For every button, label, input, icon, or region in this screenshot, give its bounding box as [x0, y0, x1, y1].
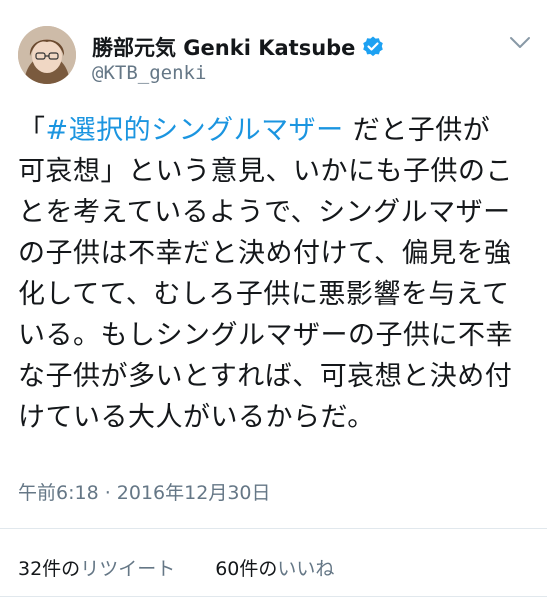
chevron-down-icon[interactable]: [508, 34, 532, 52]
tweet-line: とを考えているようで、シングルマザー: [18, 197, 511, 228]
tweet-line: の子供は不幸だと決め付けて、偏見を強: [18, 238, 512, 269]
author-name-row[interactable]: 勝部元気 Genki Katsube: [92, 32, 385, 62]
likes-stat[interactable]: 60件のいいね: [215, 554, 334, 581]
retweets-label: リツイート: [80, 558, 176, 580]
tweet-line: 化してて、むしろ子供に悪影響を与えて: [18, 279, 510, 310]
tweet-timestamp[interactable]: 午前6:18 · 2016年12月30日: [18, 478, 271, 505]
hashtag-link[interactable]: #選択的シングルマザー: [46, 115, 344, 146]
tweet-line: いる。もしシングルマザーの子供に不幸: [18, 320, 513, 351]
tweet-line: 「#選択的シングルマザー だと子供が: [18, 110, 538, 151]
tweet-line: な子供が多いとすれば、可哀想と決め付: [18, 361, 513, 392]
retweets-count: 32件の: [18, 558, 81, 580]
verified-badge-icon: [363, 36, 384, 57]
author-display-name[interactable]: 勝部元気 Genki Katsube: [92, 32, 355, 62]
tweet-line-text: 「: [18, 115, 46, 146]
avatar[interactable]: [18, 26, 76, 84]
tweet-line: けている大人がいるからだ。: [18, 402, 375, 433]
author-handle[interactable]: @KTB_genki: [92, 62, 206, 84]
tweet-line-text: だと子供が: [343, 115, 491, 146]
tweet-text: 「#選択的シングルマザー だと子供が 可哀想」という意見、いかにも子供のこ とを…: [18, 110, 538, 438]
retweets-stat[interactable]: 32件のリツイート: [18, 554, 175, 581]
likes-count: 60件の: [215, 558, 278, 580]
tweet-line: 可哀想」という意見、いかにも子供のこ: [18, 156, 513, 187]
likes-label: いいね: [277, 558, 335, 580]
divider: [0, 596, 547, 597]
profile-avatar: [18, 26, 76, 84]
tweet-stats: 32件のリツイート 60件のいいね: [18, 554, 334, 581]
divider: [0, 528, 547, 529]
